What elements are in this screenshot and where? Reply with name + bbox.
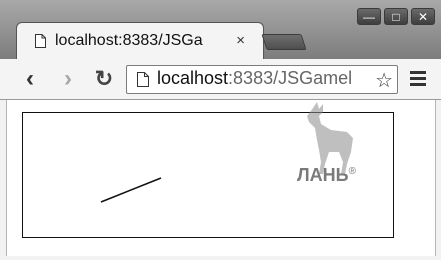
bookmark-star-icon[interactable]: ☆ [375, 68, 393, 93]
new-tab-button[interactable] [261, 34, 307, 50]
back-button[interactable]: ‹ [18, 67, 42, 91]
maximize-button[interactable]: □ [384, 8, 408, 25]
registered-mark: ® [348, 166, 356, 177]
page-content: ЛАНЬ® [6, 100, 436, 256]
watermark-label: ЛАНЬ [297, 165, 349, 185]
menu-bar-line [410, 83, 426, 86]
minimize-button[interactable]: — [357, 8, 381, 25]
address-host: localhost [157, 68, 229, 88]
browser-tab[interactable]: localhost:8383/JSGa × [16, 22, 264, 60]
browser-window: — □ ✕ localhost:8383/JSGa × ‹ › ↻ localh… [0, 0, 441, 260]
watermark-text: ЛАНЬ® [297, 165, 356, 186]
address-text[interactable]: localhost:8383/JSGamel [157, 68, 371, 89]
page-icon [137, 72, 149, 87]
address-bar[interactable]: localhost:8383/JSGamel ☆ [126, 65, 398, 94]
window-controls: — □ ✕ [357, 8, 435, 25]
title-bar: — □ ✕ localhost:8383/JSGa × [0, 0, 441, 60]
menu-bar-line [410, 71, 426, 74]
canvas-line [100, 177, 162, 203]
reload-button[interactable]: ↻ [92, 67, 116, 91]
address-path: :8383/JSGamel [228, 68, 353, 88]
tab-close-icon[interactable]: × [236, 32, 245, 49]
browser-toolbar: ‹ › ↻ localhost:8383/JSGamel ☆ [0, 59, 441, 100]
forward-button[interactable]: › [56, 67, 80, 91]
page-icon [35, 34, 46, 48]
tab-title-fade [213, 29, 239, 53]
menu-bar-line [410, 77, 426, 80]
hamburger-menu-icon[interactable] [410, 71, 426, 87]
tab-title: localhost:8383/JSGa [55, 32, 203, 49]
close-window-button[interactable]: ✕ [411, 8, 435, 25]
